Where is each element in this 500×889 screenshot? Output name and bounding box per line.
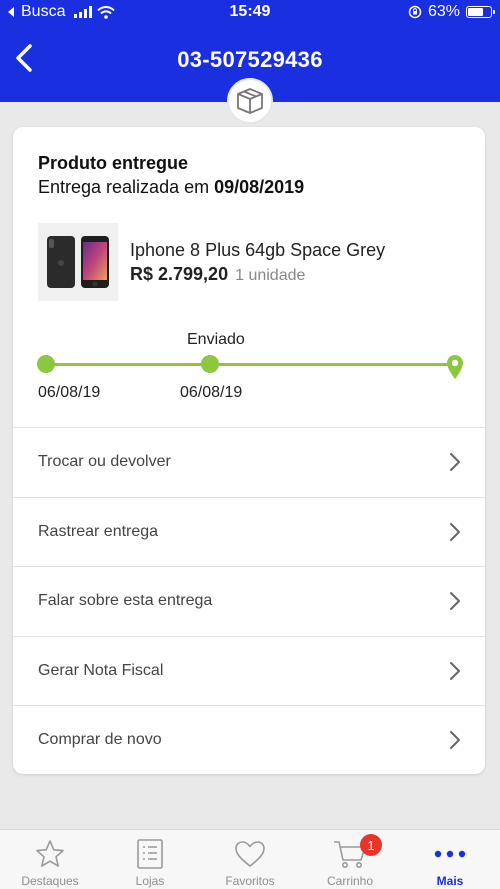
buy-again-row[interactable]: Comprar de novo bbox=[13, 705, 485, 774]
status-bar: Busca 15:49 63% bbox=[0, 0, 500, 24]
tab-label: Carrinho bbox=[326, 874, 374, 888]
order-number-title: 03-507529436 bbox=[177, 47, 323, 72]
talk-about-delivery-row[interactable]: Falar sobre esta entrega bbox=[13, 566, 485, 636]
delivery-status: Produto entregue bbox=[38, 153, 189, 173]
tab-label: Favoritos bbox=[225, 874, 275, 888]
chevron-right-icon bbox=[450, 522, 460, 541]
exchange-return-row[interactable]: Trocar ou devolver bbox=[13, 427, 485, 497]
tracker-dot-start bbox=[37, 355, 55, 373]
star-icon bbox=[36, 840, 64, 867]
tracker-dot-sent bbox=[201, 355, 219, 373]
tab-favoritos[interactable]: Favoritos bbox=[200, 830, 300, 889]
product-price: R$ 2.799,20 bbox=[130, 264, 229, 284]
product-name[interactable]: Iphone 8 Plus 64gb Space Grey bbox=[130, 240, 385, 261]
location-pin-icon bbox=[447, 355, 463, 379]
track-delivery-row[interactable]: Rastrear entrega bbox=[13, 496, 485, 567]
tab-mais[interactable]: Mais bbox=[400, 830, 500, 889]
product-image[interactable] bbox=[38, 223, 118, 301]
battery-percent: 63% bbox=[427, 3, 460, 20]
tab-carrinho[interactable]: 1 Carrinho bbox=[300, 830, 400, 889]
list-icon bbox=[137, 839, 163, 869]
action-label: Comprar de novo bbox=[38, 731, 162, 749]
action-label: Rastrear entrega bbox=[38, 522, 159, 540]
chevron-right-icon bbox=[450, 731, 460, 750]
chevron-right-icon bbox=[450, 661, 460, 680]
battery-icon bbox=[466, 6, 495, 18]
chevron-right-icon bbox=[450, 453, 460, 472]
tab-label: Mais bbox=[436, 874, 464, 888]
tracker-line bbox=[46, 363, 454, 366]
more-icon bbox=[434, 850, 466, 858]
tab-lojas[interactable]: Lojas bbox=[100, 830, 200, 889]
tab-destaques[interactable]: Destaques bbox=[0, 830, 100, 889]
battery-fill bbox=[468, 8, 484, 16]
chevron-right-icon bbox=[450, 592, 460, 611]
phone-back-image bbox=[47, 236, 75, 288]
package-badge bbox=[227, 78, 273, 124]
orientation-lock-icon bbox=[408, 5, 422, 19]
phone-front-image bbox=[81, 236, 109, 288]
delivery-prefix: Entrega realizada em bbox=[38, 177, 215, 197]
heart-icon bbox=[235, 841, 265, 867]
action-label: Trocar ou devolver bbox=[38, 453, 171, 471]
delivery-date: 09/08/2019 bbox=[214, 177, 305, 197]
delivery-date-line: Entrega realizada em 09/08/2019 bbox=[38, 177, 304, 198]
tab-bar: Destaques Lojas Favoritos 1 Carrinho Mai… bbox=[0, 829, 500, 889]
product-price-line: R$ 2.799,20 1 unidade bbox=[130, 264, 305, 285]
generate-invoice-row[interactable]: Gerar Nota Fiscal bbox=[13, 635, 485, 706]
tracker-sent-date: 06/08/19 bbox=[180, 384, 243, 401]
order-card: Produto entregue Entrega realizada em 09… bbox=[13, 127, 485, 774]
status-right: 63% bbox=[408, 3, 495, 21]
package-box-icon bbox=[237, 88, 263, 114]
tab-label: Destaques bbox=[21, 874, 79, 888]
action-label: Falar sobre esta entrega bbox=[38, 592, 213, 610]
actions-list: Trocar ou devolver Rastrear entrega Fala… bbox=[13, 427, 485, 774]
cart-count-badge: 1 bbox=[360, 834, 382, 856]
tab-label: Lojas bbox=[135, 874, 165, 888]
product-quantity: 1 unidade bbox=[235, 267, 306, 284]
tracker-stage-label: Enviado bbox=[187, 331, 245, 348]
tracker-start-date: 06/08/19 bbox=[38, 384, 101, 401]
action-label: Gerar Nota Fiscal bbox=[38, 661, 164, 679]
